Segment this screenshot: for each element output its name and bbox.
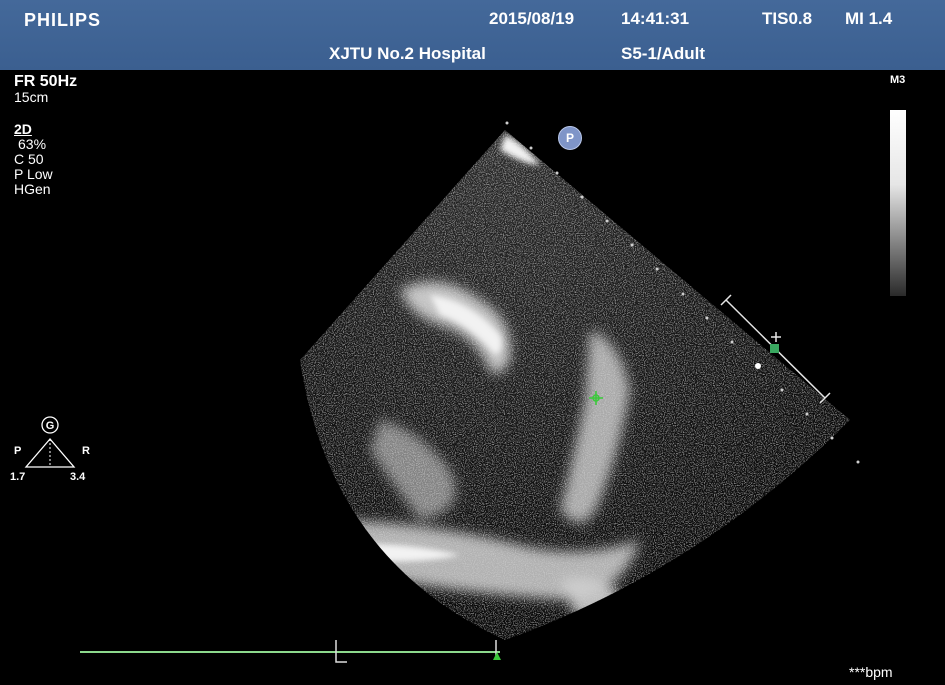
heart-rate: ***bpm — [849, 664, 893, 680]
gray-map-label: M3 — [890, 74, 906, 86]
brand-logo: PHILIPS — [24, 10, 102, 30]
ecg-timeline — [80, 640, 501, 663]
orientation-marker-icon: P — [558, 126, 582, 150]
ultrasound-image — [80, 121, 860, 663]
exam-date: 2015/08/19 — [489, 9, 575, 28]
orientation-indicator: G P R 1.7 3.4 — [4, 415, 94, 490]
grayscale-bar — [890, 110, 906, 296]
orientation-right-label: R — [82, 445, 90, 457]
focus-marker[interactable] — [770, 344, 779, 353]
orientation-left-value: 1.7 — [10, 471, 26, 483]
exam-time: 14:41:31 — [621, 9, 690, 28]
probe-preset: S5-1/Adult — [621, 44, 706, 63]
orientation-left-label: P — [14, 445, 22, 457]
orientation-right-value: 3.4 — [70, 471, 86, 483]
header-bar: PHILIPS 2015/08/19 14:41:31 TIS0.8 MI 1.… — [0, 0, 945, 70]
focus-dot — [755, 363, 761, 369]
orientation-icon-letter: G — [46, 420, 55, 432]
hospital-name: XJTU No.2 Hospital — [329, 44, 486, 63]
thermal-index: TIS0.8 — [762, 9, 813, 28]
mechanical-index: MI 1.4 — [845, 9, 893, 28]
